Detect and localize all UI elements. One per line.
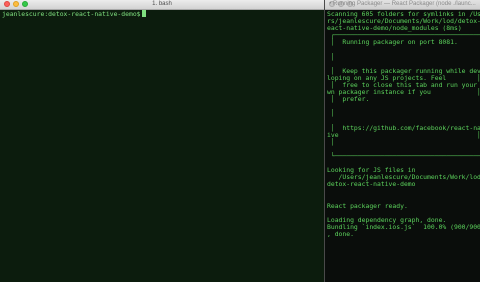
- left-titlebar: 1. bash: [0, 0, 324, 10]
- text-cursor: [141, 10, 146, 17]
- left-terminal-content[interactable]: jeanlescure:detox-react-native-demo$: [0, 10, 324, 18]
- output-line: detox-react-native-demo: [327, 180, 416, 189]
- output-line: React packager ready.: [327, 201, 408, 210]
- right-terminal-window[interactable]: • Running Packager — React Packager (nod…: [325, 0, 480, 282]
- output-line: │: [327, 102, 480, 111]
- packager-output[interactable]: Scanning 605 folders for symlinks in /Us…: [325, 10, 480, 245]
- left-window-title: 1. bash: [152, 1, 172, 7]
- right-window-title: • Running Packager — React Packager (nod…: [329, 1, 476, 7]
- shell-prompt: jeanlescure:detox-react-native-demo$: [2, 10, 141, 18]
- left-terminal-window[interactable]: 1. bash jeanlescure:detox-react-native-d…: [0, 0, 324, 282]
- output-line: , done.: [327, 229, 354, 238]
- output-line: └───────────────────────────────────────…: [327, 151, 480, 160]
- output-line: │: [327, 45, 480, 54]
- output-line: ive │: [327, 130, 480, 139]
- right-titlebar: • Running Packager — React Packager (nod…: [325, 0, 480, 10]
